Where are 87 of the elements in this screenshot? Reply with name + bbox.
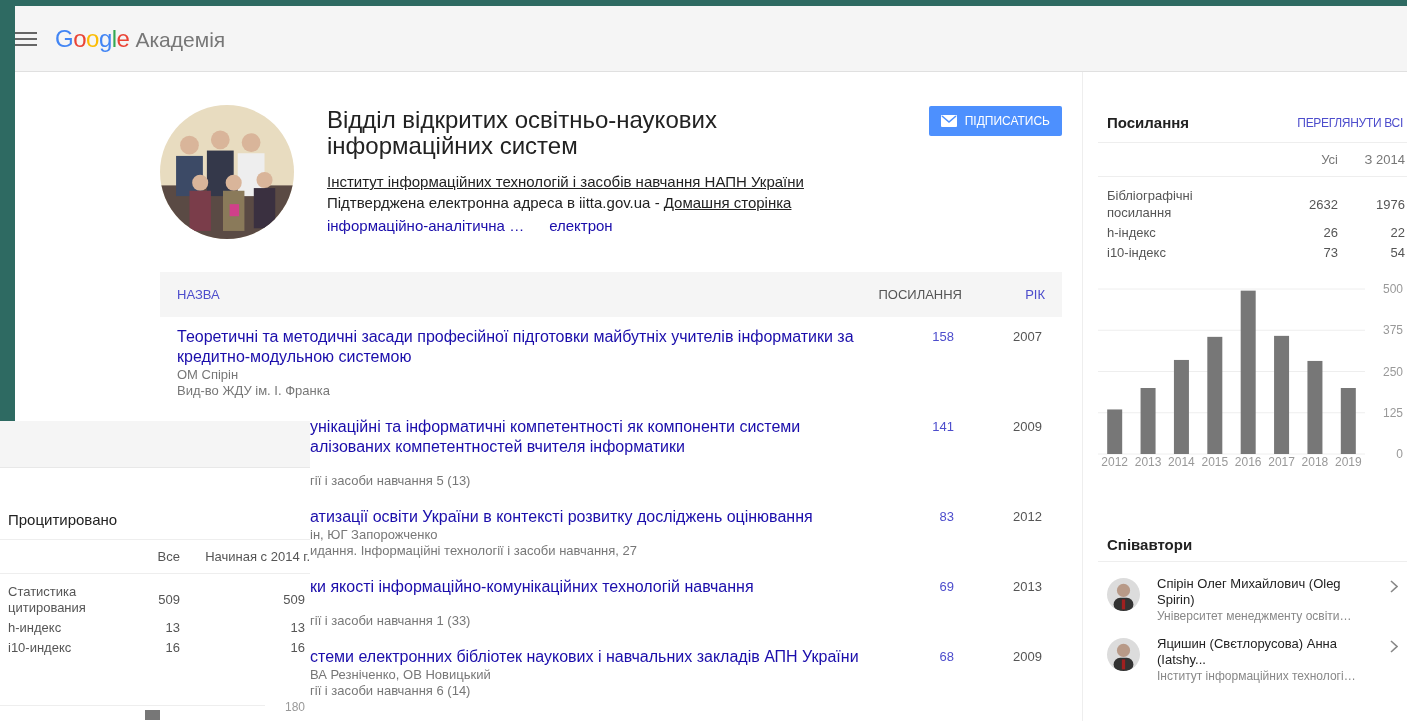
coauthor-affiliation: Інститут інформаційних технологі…: [1157, 668, 1357, 684]
column-header[interactable]: ПОСИЛАННЯ: [862, 284, 962, 305]
axis-label: 2019: [1334, 455, 1362, 469]
coauthor-name: Спірін Олег Михайлович (Oleg Spirin): [1157, 576, 1342, 608]
section-title: Співавтори: [1107, 534, 1193, 555]
article-authors: ін, ЮГ Запорожченко: [310, 527, 439, 543]
metric-value: 16: [164, 640, 180, 656]
menu-icon[interactable]: [15, 30, 37, 47]
axis-label: 2018: [1301, 455, 1329, 469]
column-header: Все: [156, 547, 180, 566]
article-authors: ОМ Спірін: [177, 367, 240, 383]
view-all-link[interactable]: ПЕРЕГЛЯНУТИ ВСІ: [1297, 114, 1403, 132]
chevron-right-icon: [1390, 640, 1398, 653]
axis-label: 2016: [1234, 455, 1262, 469]
chevron-right-icon: [1390, 580, 1398, 593]
axis-label: 2013: [1134, 455, 1162, 469]
metric-value: 73: [1322, 244, 1338, 261]
article-venue: гії і засоби навчання 6 (14): [310, 683, 472, 699]
article-title[interactable]: ки якості інформаційно-комунікаційних технологій навчання: [310, 577, 862, 597]
metric-value: 509: [157, 592, 180, 608]
axis-label: 180: [285, 699, 306, 716]
article-year: 2007: [1012, 328, 1043, 346]
metric-value: 22: [1389, 224, 1405, 241]
cited-count[interactable]: 68: [862, 647, 962, 667]
article-venue: Вид-во ЖДУ ім. І. Франка: [177, 383, 331, 399]
metric-value: 54: [1389, 244, 1405, 261]
cited-count[interactable]: 83: [862, 507, 962, 527]
interest-link[interactable]: інформаційно-аналітична …: [327, 215, 525, 236]
envelope-icon: [940, 115, 957, 127]
chart-bar: [145, 710, 160, 720]
column-header: Усі: [1320, 150, 1338, 169]
axis-label: 2012: [1101, 455, 1129, 469]
article-year: 2013: [1012, 578, 1043, 596]
section-title: Процитировано: [8, 509, 118, 530]
coauthor-item[interactable]: Спірін Олег Михайлович (Oleg Spirin) Університет менеджменту освіти…: [1098, 578, 1407, 624]
cited-count[interactable]: 69: [862, 577, 962, 597]
article-venue: гії і засоби навчання 1 (33): [310, 613, 472, 629]
axis-label: 375: [1382, 323, 1403, 338]
article-title[interactable]: унікаційні та інформатичні компетентності як компоненти системи алізованих компетентностей вчителя інформатики: [310, 417, 862, 457]
metric-value: 13: [289, 620, 305, 636]
coauthor-item[interactable]: Яцишин (Свєтлорусова) Анна (Iatshy... Інститут інформаційних технологі…: [1098, 638, 1407, 684]
product-name: Академія: [135, 26, 226, 53]
metric-value: 13: [164, 620, 180, 636]
axis-label: 0: [1396, 447, 1403, 461]
article-title[interactable]: стеми електронних бібліотек наукових і навчальних закладів АПН України: [310, 647, 862, 667]
metric-value: 509: [282, 592, 305, 608]
axis-label: 2015: [1201, 455, 1229, 469]
metric-label: i10-індекс: [1107, 244, 1167, 261]
metric-value: 16: [289, 640, 305, 656]
coauthor-name: Яцишин (Свєтлорусова) Анна (Iatshy...: [1157, 636, 1338, 668]
cited-count[interactable]: 141: [862, 417, 962, 437]
axis-label: 500: [1382, 282, 1403, 296]
axis-label: 2017: [1268, 455, 1295, 469]
metric-label: h-индекс: [8, 620, 63, 636]
homepage-link[interactable]: Домашня сторінка: [663, 192, 792, 213]
article-year: 2009: [1012, 648, 1043, 666]
metric-value: 1976: [1375, 195, 1405, 213]
logo[interactable]: Google Академія: [55, 20, 226, 57]
column-header[interactable]: НАЗВА: [177, 284, 862, 305]
article-title[interactable]: Теоретичні та методичні засади професійної підготовки майбутніх учителів інформатики за кредитно-модульною системою: [177, 327, 862, 367]
article-venue: гії і засоби навчання 5 (13): [310, 473, 472, 489]
coauthor-affiliation: Університет менеджменту освіти…: [1157, 608, 1353, 624]
profile-name: Відділ відкритих освітньо-наукових інформаційних систем: [327, 107, 717, 159]
interest-link[interactable]: електрон: [549, 215, 613, 236]
axis-label: 125: [1382, 405, 1403, 420]
axis-label: 2014: [1168, 455, 1195, 469]
metric-label: i10-индекс: [8, 640, 73, 656]
column-header[interactable]: РІК: [962, 284, 1045, 305]
metric-value: 26: [1322, 224, 1338, 241]
chart-bar: [1340, 388, 1356, 454]
logo-wordmark: Google: [55, 23, 130, 54]
metric-label: h-індекс: [1107, 224, 1157, 241]
axis-label: 250: [1382, 364, 1403, 379]
metric-value: 2632: [1308, 195, 1338, 213]
chart-bar: [1107, 409, 1123, 454]
email-text: Підтверджена електронна адреса в iitta.gov.ua -: [327, 193, 661, 213]
article-authors: ВА Резніченко, ОВ Новицький: [310, 667, 492, 683]
chart-bar: [1140, 388, 1156, 454]
affiliation-link[interactable]: Інститут інформаційних технологій і засобів навчання НАПН України: [327, 173, 804, 190]
article-title[interactable]: атизації освіти України в контексті розвитку досліджень оцінювання: [310, 507, 862, 527]
article-venue: идання. Інформаційні технології і засоби навчання, 27: [310, 543, 638, 559]
article-year: 2012: [1012, 508, 1043, 526]
cited-count[interactable]: 158: [862, 327, 962, 347]
column-header: Начиная с 2014 г.: [204, 547, 310, 566]
column-header: З 2014: [1363, 150, 1405, 169]
section-title: Посилання: [1107, 112, 1190, 133]
article-year: 2009: [1012, 418, 1043, 436]
